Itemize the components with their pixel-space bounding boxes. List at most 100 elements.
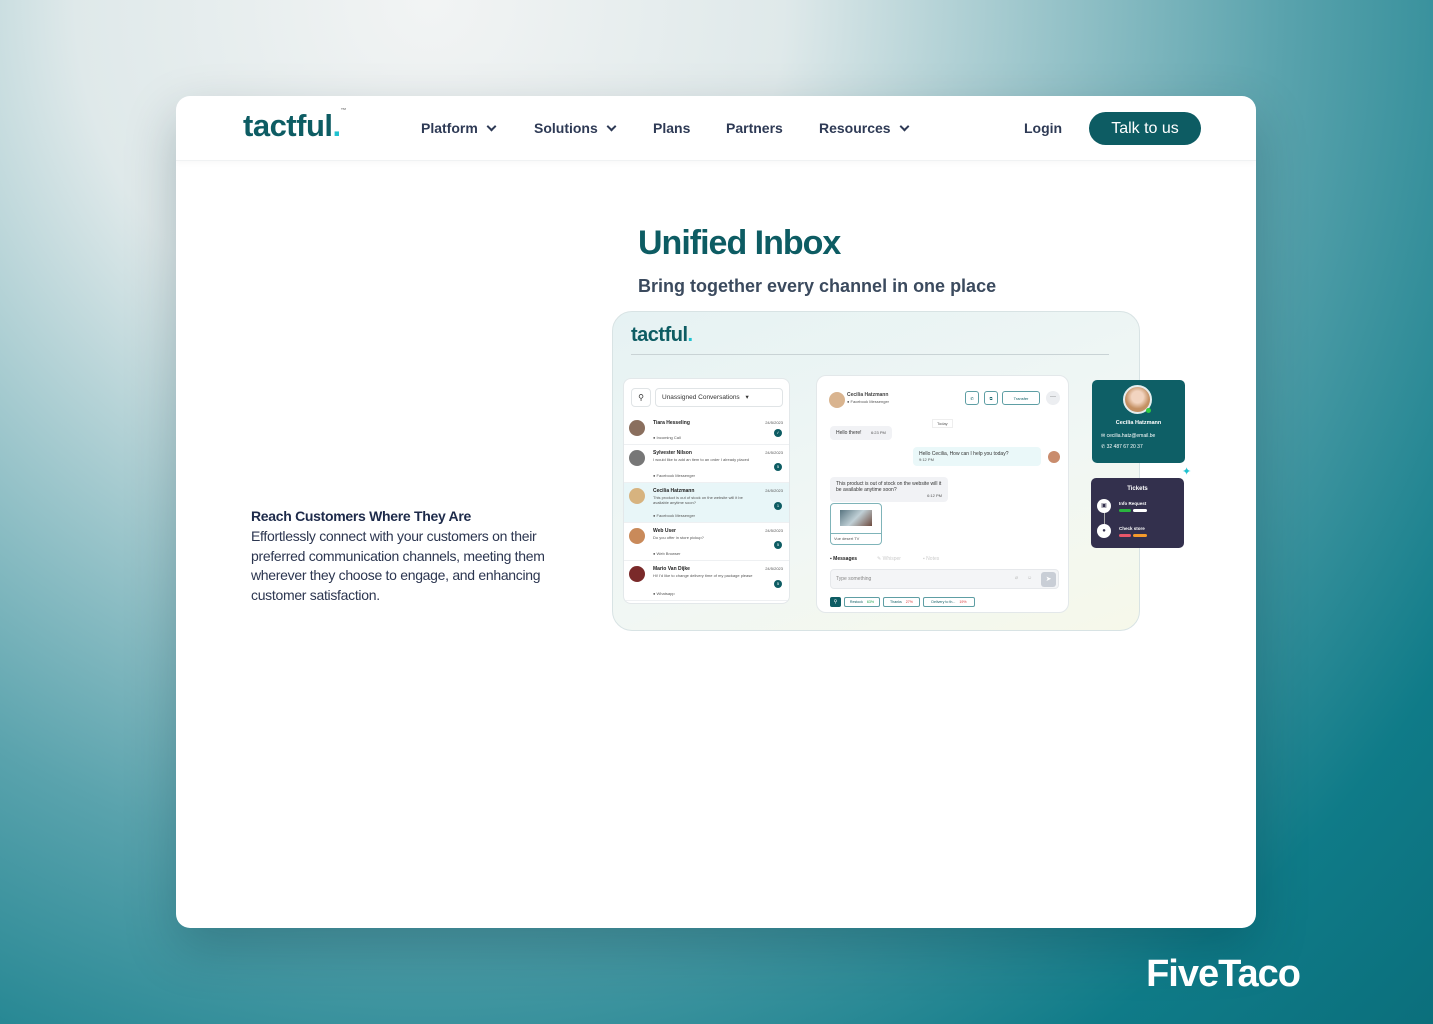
tactful-logo[interactable]: tactful.™ xyxy=(243,108,347,144)
message-text: This product is out of stock on the webs… xyxy=(836,481,942,493)
search-icon[interactable]: ⚲ xyxy=(830,597,841,607)
channel-name: Incoming Call xyxy=(656,435,681,440)
chevron-down-icon xyxy=(606,121,617,131)
intent-pct: 19% xyxy=(959,600,967,604)
conversation-item[interactable]: Sylvester Nilson 24/5/2023 I would like … xyxy=(624,445,789,483)
tab-label: Messages xyxy=(833,556,858,562)
chat-contact-name: Cecilia Hatzmann xyxy=(847,392,889,398)
channel-label: ● Facebook Messenger xyxy=(653,513,695,518)
nav-resources[interactable]: Resources xyxy=(819,120,910,136)
product-attachment[interactable]: Vue desert TV xyxy=(830,503,882,545)
conversation-item[interactable]: Cecilia Hatzmann 24/5/2023 This product … xyxy=(624,483,789,523)
attach-icon[interactable]: ⌀ xyxy=(1015,575,1018,581)
message-bubble: Hello Cecilia, How can I help you today?… xyxy=(913,447,1041,466)
nav-label: Solutions xyxy=(534,120,598,136)
nav-plans[interactable]: Plans xyxy=(653,120,690,136)
message-bubble: Hello there! 6:23 PM xyxy=(830,426,892,440)
new-ticket-button[interactable]: ⧉ xyxy=(984,391,998,405)
message-preview: Hi! I'd like to change delivery time of … xyxy=(653,573,753,578)
page-subtitle: Bring together every channel in one plac… xyxy=(638,276,997,296)
message-input[interactable]: Type something ⌀ ☺ ➤ xyxy=(830,569,1059,589)
feature-heading: Reach Customers Where They Are xyxy=(251,508,471,524)
unread-badge: 1 xyxy=(774,502,782,510)
conversation-item[interactable]: Tiara Hesseling 24/5/2023 ● Incoming Cal… xyxy=(624,415,789,445)
trademark: ™ xyxy=(340,108,347,114)
avatar xyxy=(629,450,645,466)
nav-partners[interactable]: Partners xyxy=(726,120,783,136)
unread-badge: 5 xyxy=(774,580,782,588)
intent-chip[interactable]: Restock 63% xyxy=(844,597,880,607)
ticket-icon: ▣ xyxy=(1097,499,1111,513)
logo-dot: . xyxy=(332,108,342,143)
conversation-date: 24/5/2023 xyxy=(765,528,783,533)
intent-chip[interactable]: Delivery to th... 19% xyxy=(923,597,975,607)
nav-label: Plans xyxy=(653,120,691,136)
intent-pct: 63% xyxy=(866,600,875,604)
conversation-item[interactable]: Web User 24/5/2023 Do you offer in store… xyxy=(624,523,789,561)
avatar xyxy=(629,566,645,582)
transfer-button[interactable]: Transfer xyxy=(1002,391,1040,405)
tab-notes[interactable]: ▪ Notes xyxy=(923,556,939,562)
divider xyxy=(631,354,1109,355)
chat-channel: ● Facebook Messenger xyxy=(847,399,889,404)
conversation-date: 24/5/2023 xyxy=(765,420,783,425)
page-card: tactful.™ Platform Solutions Plans Partn… xyxy=(176,96,1256,928)
more-options-icon[interactable]: ··· xyxy=(1046,391,1060,405)
caret-down-icon: ▾ xyxy=(745,394,749,401)
logo-text: tactful xyxy=(631,324,688,346)
unread-badge: ✓ xyxy=(774,429,782,437)
tickets-card: Tickets ▣ Info Request ● Check store xyxy=(1091,478,1184,548)
channel-name: Facebook Messenger xyxy=(656,513,695,518)
logo-text: tactful xyxy=(243,108,333,143)
channel-label: ● Incoming Call xyxy=(653,435,681,440)
channel-label: Facebook Messenger xyxy=(850,399,889,404)
conversation-list: ⚲ Unassigned Conversations ▾ Tiara Hesse… xyxy=(623,378,790,604)
store-icon: ● xyxy=(1097,524,1111,538)
fivetaco-watermark: FiveTaco xyxy=(1146,953,1301,995)
agent-avatar xyxy=(1048,451,1060,463)
send-icon[interactable]: ➤ xyxy=(1041,572,1056,587)
tickets-title: Tickets xyxy=(1127,486,1148,492)
intent-label: Delivery to th... xyxy=(931,600,956,604)
tab-label: Whisper xyxy=(882,556,901,562)
avatar xyxy=(629,528,645,544)
message-preview: I would like to add an item to an order … xyxy=(653,457,750,462)
talk-to-us-button[interactable]: Talk to us xyxy=(1089,112,1201,145)
ticket-label[interactable]: Check store xyxy=(1119,526,1145,531)
conversation-filter-select[interactable]: Unassigned Conversations ▾ xyxy=(655,388,783,407)
chevron-down-icon xyxy=(899,121,910,131)
channel-name: Web Browser xyxy=(656,551,681,556)
avatar xyxy=(829,392,845,408)
conversation-date: 24/5/2023 xyxy=(765,450,783,455)
product-image xyxy=(840,510,872,526)
contact-name: Cecilia Hatzmann xyxy=(653,488,695,494)
day-separator: Today xyxy=(932,419,953,428)
contact-name: Tiara Hesseling xyxy=(653,420,690,426)
nav-platform[interactable]: Platform xyxy=(421,120,497,136)
conversation-date: 24/5/2023 xyxy=(765,566,783,571)
contact-name: Cecilia Hatzmann xyxy=(1115,420,1162,426)
search-icon[interactable]: ⚲ xyxy=(631,388,651,407)
contact-name: Web User xyxy=(653,528,676,534)
online-status-dot xyxy=(1146,408,1151,413)
emoji-icon[interactable]: ☺ xyxy=(1027,575,1032,581)
tab-messages[interactable]: ▪ Messages xyxy=(830,556,857,562)
call-button[interactable]: ✆ xyxy=(965,391,979,405)
navbar: tactful.™ Platform Solutions Plans Partn… xyxy=(176,96,1256,161)
login-link[interactable]: Login xyxy=(1024,120,1062,136)
nav-solutions[interactable]: Solutions xyxy=(534,120,617,136)
intent-chip[interactable]: Thanks 27% xyxy=(883,597,920,607)
ticket-label[interactable]: Info Request xyxy=(1119,501,1146,506)
nav-label: Platform xyxy=(421,120,478,136)
nav-label: Resources xyxy=(819,120,891,136)
unread-badge: 5 xyxy=(774,463,782,471)
channel-name: Whatsapp xyxy=(656,591,675,596)
tab-whisper[interactable]: ✎ Whisper xyxy=(877,556,901,562)
feature-body: Effortlessly connect with your customers… xyxy=(251,528,545,603)
intent-pct: 27% xyxy=(905,600,913,604)
sparkle-icon: ✦ xyxy=(1182,466,1192,478)
message-time: 9:12 PM xyxy=(919,457,934,462)
conversation-item[interactable]: Mario Van Dijke 24/5/2023 Hi! I'd like t… xyxy=(624,561,789,601)
channel-name: Facebook Messenger xyxy=(656,473,695,478)
tag-low xyxy=(1133,534,1147,537)
